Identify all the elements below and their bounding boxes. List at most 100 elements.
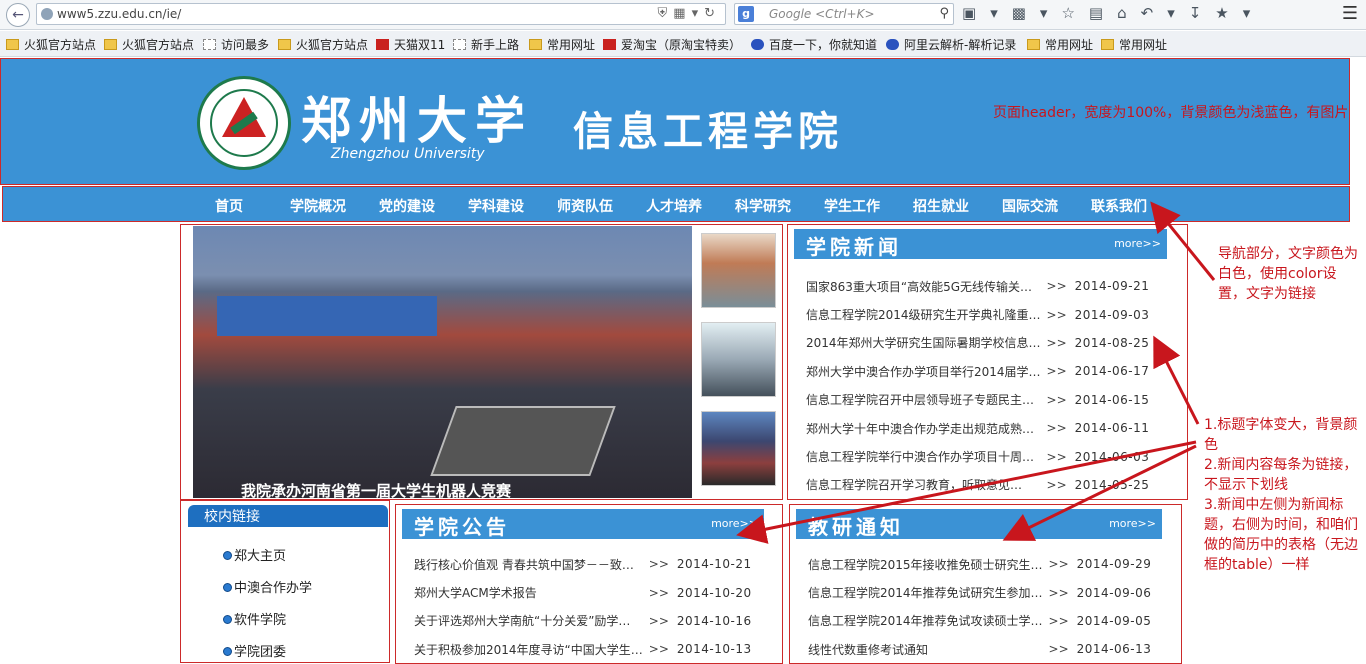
bookmark-item[interactable]: 阿里云解析-解析记录: [886, 36, 1016, 53]
panel-title: 教研通知: [808, 515, 904, 539]
table-row[interactable]: 信息工程学院召开中层领导班子专题民主… >> 2014-06-15: [806, 386, 1149, 414]
reload-icon[interactable]: ↻: [704, 6, 721, 21]
download-icon[interactable]: ↧: [1189, 4, 1216, 22]
google-icon[interactable]: g: [738, 6, 754, 22]
extension-icon[interactable]: ▩: [1012, 4, 1040, 22]
menu-icon[interactable]: ☰: [1342, 3, 1358, 24]
dropdown-icon[interactable]: ▾: [1243, 4, 1265, 22]
nav-item-faculty[interactable]: 师资队伍: [557, 196, 646, 216]
list-item[interactable]: 郑大主页: [223, 545, 312, 577]
panel-title: 校内链接: [188, 505, 388, 527]
folder-icon: [278, 39, 291, 50]
more-link[interactable]: more>>: [1114, 237, 1161, 250]
college-notice-panel: 学院公告 more>> 践行核心价值观 青春共筑中国梦－－致… >> 2014-10…: [395, 504, 783, 664]
table-row[interactable]: 郑州大学中澳合作办学项目举行2014届学… >> 2014-06-17: [806, 357, 1149, 385]
college-news-panel: 学院新闻 more>> 国家863重大项目“高效能5G无线传输关… >> 2014-…: [787, 224, 1188, 500]
home-icon[interactable]: ⌂: [1117, 4, 1141, 22]
table-row[interactable]: 郑州大学ACM学术报告 >> 2014-10-20: [414, 578, 752, 606]
list-item[interactable]: 中澳合作办学: [223, 577, 312, 609]
nav-item-home[interactable]: 首页: [215, 196, 290, 216]
table-row[interactable]: 线性代数重修考试通知 >> 2014-06-13: [808, 635, 1151, 663]
slide-caption[interactable]: 我院承办河南省第一届大学生机器人竞赛: [241, 480, 511, 498]
bookmark-item[interactable]: 常用网址: [1101, 36, 1167, 53]
more-link[interactable]: more>>: [711, 517, 758, 530]
panel-title: 学院新闻: [806, 235, 902, 259]
bullet-icon: [223, 615, 232, 624]
nav-item-admissions[interactable]: 招生就业: [913, 196, 1002, 216]
page-icon: [203, 39, 216, 50]
folder-icon: [529, 39, 542, 50]
bookmark-item[interactable]: 常用网址: [1027, 36, 1093, 53]
nav-item-international[interactable]: 国际交流: [1002, 196, 1091, 216]
table-row[interactable]: 郑州大学十年中澳合作办学走出规范成熟… >> 2014-06-11: [806, 414, 1149, 442]
main-slide-photo[interactable]: 我院承办河南省第一届大学生机器人竞赛: [193, 226, 692, 498]
shield-icon[interactable]: ⛨: [658, 6, 674, 21]
university-seal-logo[interactable]: [197, 76, 291, 170]
bookmark-item[interactable]: 百度一下，你就知道: [751, 36, 877, 53]
table-row[interactable]: 信息工程学院2014级研究生开学典礼隆重… >> 2014-09-03: [806, 300, 1149, 328]
dropdown-icon[interactable]: ▾: [1040, 4, 1062, 22]
table-row[interactable]: 关于评选郑州大学南航“十分关爱”励学… >> 2014-10-16: [414, 607, 752, 635]
slide-thumbnail[interactable]: [701, 411, 776, 486]
screenshot-icon[interactable]: ▣: [962, 4, 990, 22]
bookmark-item[interactable]: 访问最多: [203, 36, 269, 53]
bookmark-item[interactable]: 天猫双11: [376, 36, 445, 53]
table-row[interactable]: 2014年郑州大学研究生国际暑期学校信息… >> 2014-08-25: [806, 329, 1149, 357]
bookmark-item[interactable]: 爱淘宝（原淘宝特卖）: [603, 36, 741, 53]
slide-thumbnail[interactable]: [701, 322, 776, 397]
research-notice-panel: 教研通知 more>> 信息工程学院2015年接收推免硕士研究生… >> 2014-…: [789, 504, 1182, 664]
nav-item-discipline[interactable]: 学科建设: [468, 196, 557, 216]
folder-icon: [1027, 39, 1040, 50]
nav-item-party[interactable]: 党的建设: [379, 196, 468, 216]
aliyun-icon: [886, 39, 899, 50]
nav-item-students[interactable]: 学生工作: [824, 196, 913, 216]
bookmark-item[interactable]: 火狐官方站点: [104, 36, 194, 53]
url-bar[interactable]: www5.zzu.edu.cn/ie/ ⛨▦▾↻: [36, 3, 726, 25]
site-header: 郑州大学 Zhengzhou University 信息工程学院 页面heade…: [0, 58, 1350, 185]
bookmark-star-icon[interactable]: ☆: [1061, 4, 1088, 22]
table-row[interactable]: 国家863重大项目“高效能5G无线传输关… >> 2014-09-21: [806, 272, 1149, 300]
panel-title: 学院公告: [414, 515, 510, 539]
table-row[interactable]: 信息工程学院举行中澳合作办学项目十周… >> 2014-06-03: [806, 442, 1149, 470]
main-nav: 首页 学院概况 党的建设 学科建设 师资队伍 人才培养 科学研究 学生工作 招生就业 国际交流 联系…: [2, 186, 1350, 222]
nav-annotation: 导航部分，文字颜色为白色，使用color设置，文字为链接: [1218, 246, 1358, 302]
table-row[interactable]: 信息工程学院召开学习教育，听取意见… >> 2014-05-25: [806, 471, 1149, 499]
header-annotation: 页面header，宽度为100%，背景颜色为浅蓝色，有图片: [993, 105, 1349, 121]
research-table: 信息工程学院2015年接收推免硕士研究生… >> 2014-09-29 信息工程学院…: [808, 550, 1151, 664]
dropdown-icon[interactable]: ▾: [692, 6, 705, 21]
nav-item-overview[interactable]: 学院概况: [290, 196, 379, 216]
notice-table: 践行核心价值观 青春共筑中国梦－－致… >> 2014-10-21 郑州大学ACM学…: [414, 550, 752, 664]
nav-item-training[interactable]: 人才培养: [646, 196, 735, 216]
table-row[interactable]: 信息工程学院2015年接收推免硕士研究生… >> 2014-09-29: [808, 550, 1151, 578]
college-name: 信息工程学院: [573, 108, 843, 155]
bookmark-item[interactable]: 火狐官方站点: [278, 36, 368, 53]
reader-icon[interactable]: ▤: [1089, 4, 1117, 22]
table-row[interactable]: 信息工程学院2014年推荐免试研究生参加… >> 2014-09-06: [808, 578, 1151, 606]
bookmark-item[interactable]: 火狐官方站点: [6, 36, 96, 53]
bookmarks-bar: 火狐官方站点 火狐官方站点 访问最多 火狐官方站点 天猫双11 新手上路 常用网…: [0, 31, 1366, 57]
bookmark-item[interactable]: 常用网址: [529, 36, 595, 53]
table-row[interactable]: 践行核心价值观 青春共筑中国梦－－致… >> 2014-10-21: [414, 550, 752, 578]
url-text[interactable]: www5.zzu.edu.cn/ie/: [57, 7, 181, 21]
panel-title-bar: 学院新闻 more>>: [794, 229, 1167, 259]
addon-icon[interactable]: ★: [1215, 4, 1242, 22]
slide-thumbnail[interactable]: [701, 233, 776, 308]
more-link[interactable]: more>>: [1109, 517, 1156, 530]
table-row[interactable]: 关于积极参加2014年度寻访“中国大学生… >> 2014-10-13: [414, 635, 752, 663]
undo-icon[interactable]: ↶: [1141, 4, 1168, 22]
table-row[interactable]: 信息工程学院2014年推荐免试攻读硕士学… >> 2014-09-05: [808, 607, 1151, 635]
bookmark-item[interactable]: 新手上路: [453, 36, 519, 53]
nav-item-contact[interactable]: 联系我们: [1091, 196, 1180, 216]
dropdown-icon[interactable]: ▾: [1167, 4, 1189, 22]
search-icon[interactable]: ⚲: [939, 6, 949, 21]
back-arrow-icon[interactable]: ←: [6, 3, 30, 27]
list-item[interactable]: 学院团委: [223, 641, 312, 664]
page-icon: [453, 39, 466, 50]
list-item[interactable]: 软件学院: [223, 609, 312, 641]
qr-icon[interactable]: ▦: [673, 6, 691, 21]
folder-icon: [6, 39, 19, 50]
dropdown-icon[interactable]: ▾: [990, 4, 1012, 22]
search-box[interactable]: g Google <Ctrl+K> ⚲: [734, 3, 954, 25]
nav-item-research[interactable]: 科学研究: [735, 196, 824, 216]
panel-title-bar: 学院公告 more>>: [402, 509, 764, 539]
